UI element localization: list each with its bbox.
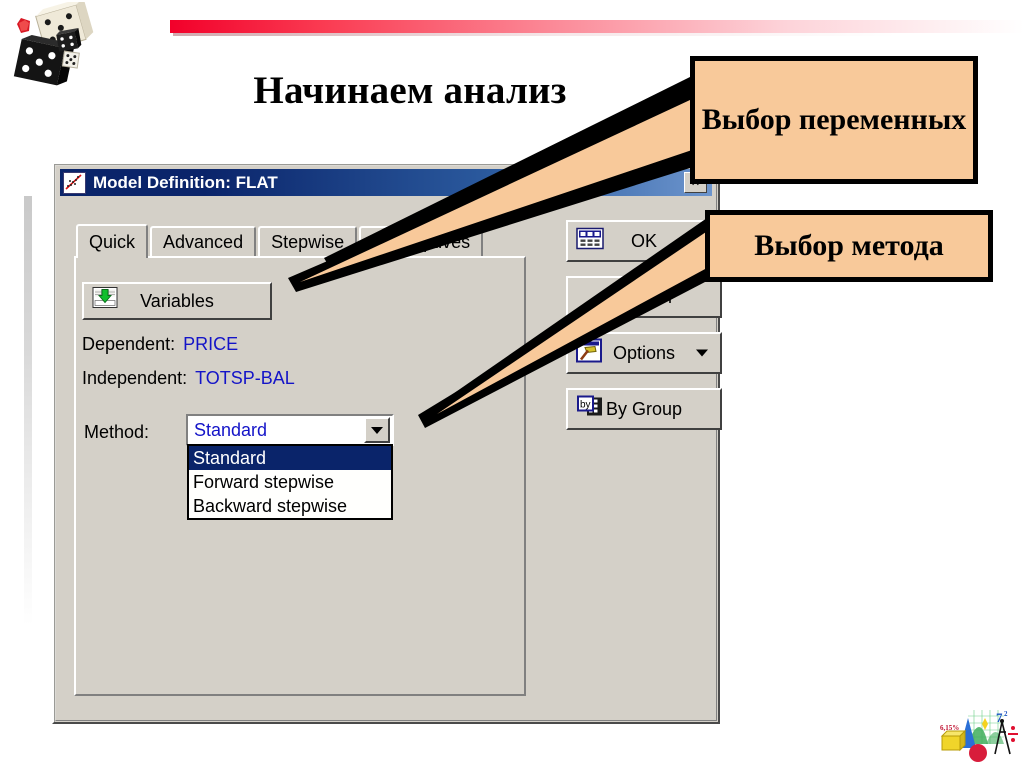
tab-label: Stepwise bbox=[271, 231, 345, 252]
variables-button[interactable]: Variables bbox=[82, 282, 272, 320]
callout-method: Выбор метода bbox=[705, 210, 993, 282]
dialog-titlebar[interactable]: Model Definition: FLAT ✕ bbox=[60, 169, 712, 196]
tab-label: Advanced bbox=[163, 231, 244, 252]
svg-text:2: 2 bbox=[1004, 710, 1008, 718]
dropdown-option-backward-stepwise[interactable]: Backward stepwise bbox=[189, 494, 391, 518]
by-group-icon: by bbox=[576, 395, 604, 424]
independent-value: TOTSP-BAL bbox=[195, 368, 295, 388]
tab-label: Descriptives bbox=[372, 231, 471, 252]
dependent-field-row: Dependent: PRICE bbox=[82, 334, 238, 355]
dependent-label: Dependent: bbox=[82, 334, 176, 354]
tab-quick[interactable]: Quick bbox=[76, 224, 149, 258]
dependent-value: PRICE bbox=[183, 334, 239, 354]
callout-variables-text: Выбор переменных bbox=[701, 103, 967, 137]
hammer-options-icon bbox=[576, 338, 602, 368]
by-group-button[interactable]: by By Group bbox=[566, 388, 722, 430]
method-combobox[interactable]: Standard bbox=[186, 414, 394, 446]
method-dropdown-list[interactable]: Standard Forward stepwise Backward stepw… bbox=[187, 444, 393, 520]
dropdown-option-forward-stepwise[interactable]: Forward stepwise bbox=[189, 470, 391, 494]
method-label: Method: bbox=[84, 422, 150, 442]
callout-variables: Выбор переменных bbox=[690, 56, 978, 184]
independent-label: Independent: bbox=[82, 368, 188, 388]
callout-method-text: Выбор метода bbox=[754, 229, 944, 263]
spreadsheet-down-arrow-icon bbox=[92, 287, 118, 316]
red-accent-bar-shadow bbox=[173, 33, 1024, 36]
svg-text:6,15%: 6,15% bbox=[940, 724, 959, 732]
page-title: Начинаем анализ bbox=[253, 69, 567, 112]
method-selected-value: Standard bbox=[194, 419, 268, 440]
scatterplot-regression-icon bbox=[63, 171, 86, 194]
left-vertical-rule bbox=[24, 196, 32, 626]
tab-descriptives[interactable]: Descriptives bbox=[359, 226, 484, 256]
cancel-button[interactable]: Cancel bbox=[566, 276, 722, 318]
model-definition-dialog: Model Definition: FLAT ✕ Quick Advanced … bbox=[52, 162, 722, 724]
ok-button[interactable]: OK bbox=[566, 220, 722, 262]
tab-stepwise[interactable]: Stepwise bbox=[258, 226, 358, 256]
red-accent-bar bbox=[170, 20, 1024, 33]
tabstrip: Quick Advanced Stepwise Descriptives bbox=[76, 224, 485, 258]
statistics-clipart-logo-icon: 6,15% 7 2 bbox=[940, 710, 1018, 762]
dialog-title: Model Definition: FLAT bbox=[93, 172, 278, 192]
svg-text:by: by bbox=[580, 400, 591, 411]
independent-field-row: Independent: TOTSP-BAL bbox=[82, 368, 295, 389]
options-menu-chevron-down-icon[interactable] bbox=[696, 349, 708, 357]
options-button[interactable]: Options bbox=[566, 332, 722, 374]
cancel-button-label: Cancel bbox=[615, 286, 673, 307]
tab-label: Quick bbox=[89, 231, 136, 252]
tab-advanced[interactable]: Advanced bbox=[150, 226, 257, 256]
chevron-down-icon[interactable] bbox=[364, 417, 390, 443]
dice-icon bbox=[13, 2, 94, 86]
dropdown-option-standard[interactable]: Standard bbox=[189, 446, 391, 470]
table-ok-icon bbox=[576, 227, 604, 255]
